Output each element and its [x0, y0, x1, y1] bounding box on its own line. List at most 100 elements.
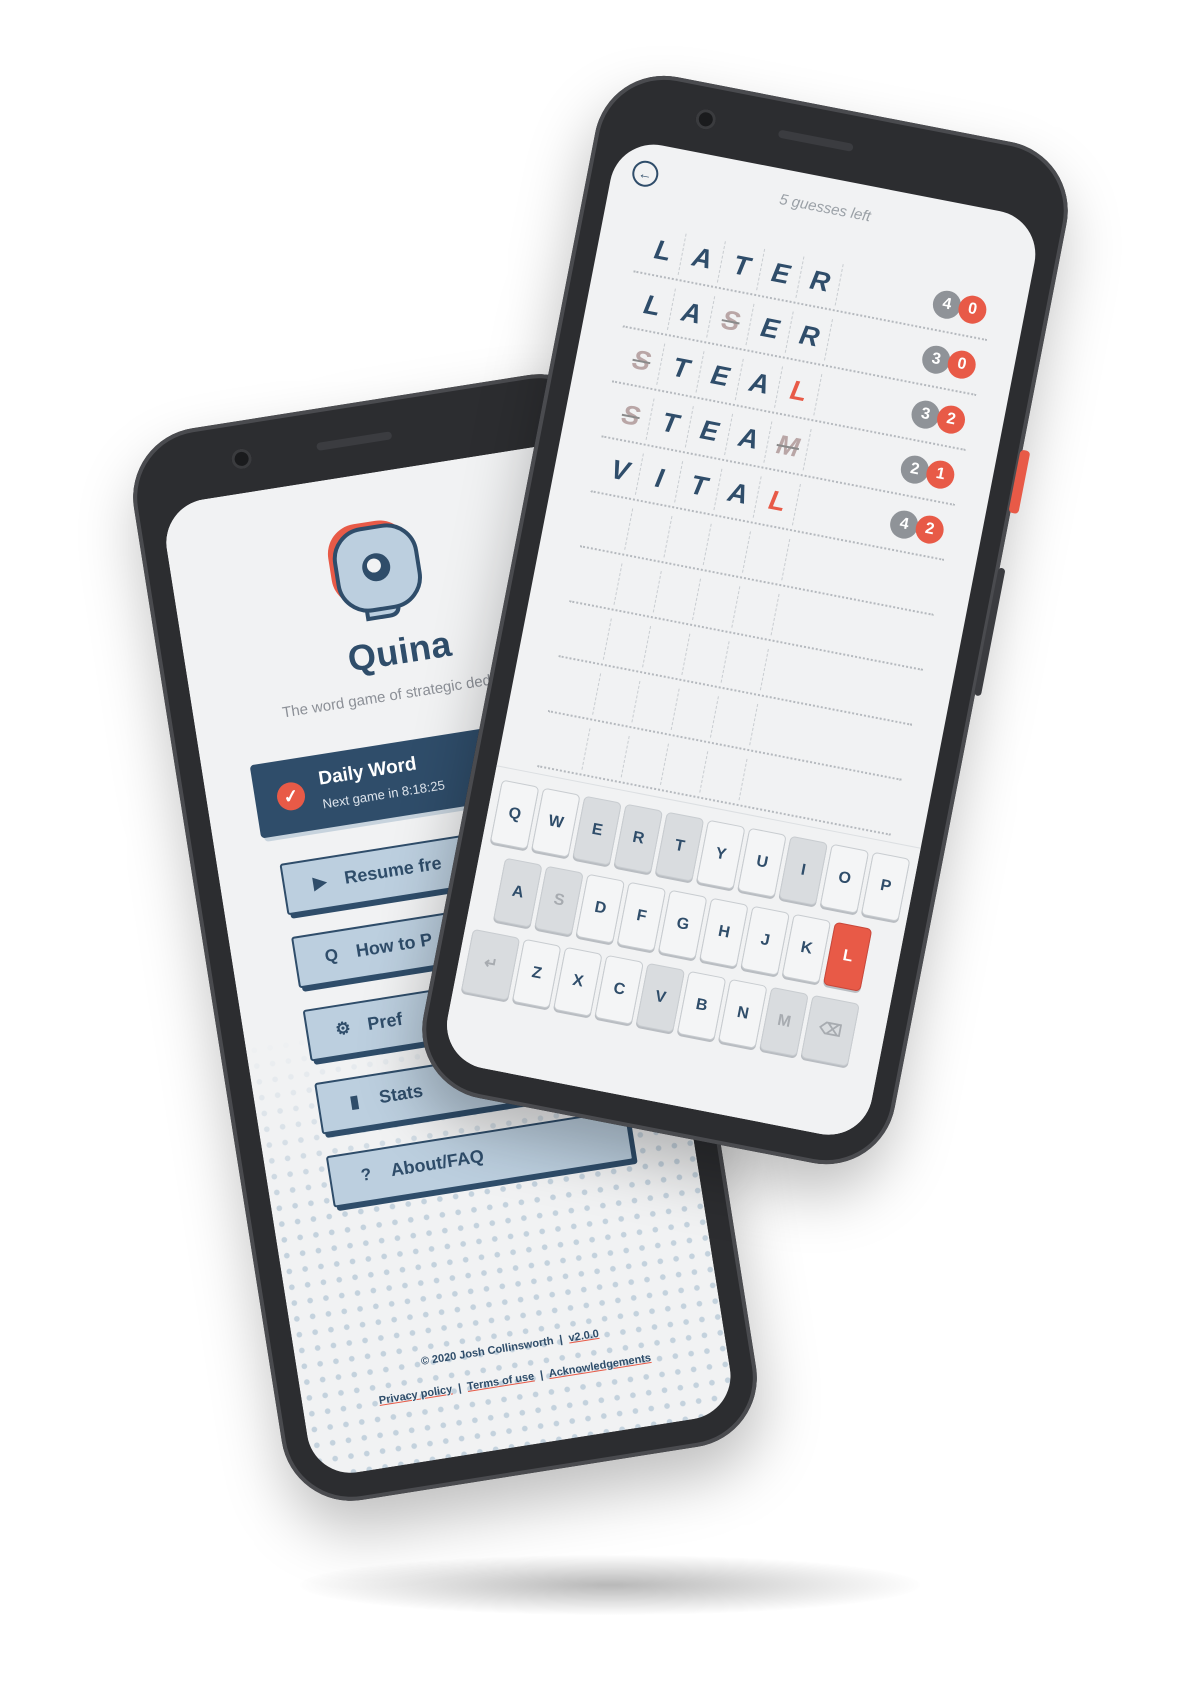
copyright-text: © 2020 Josh Collinsworth — [420, 1335, 555, 1368]
letter-tile: T — [676, 461, 723, 511]
key-b[interactable]: B — [676, 970, 727, 1041]
letter-tile — [622, 736, 669, 785]
correct-position-score: 2 — [913, 513, 947, 546]
volume-button — [973, 567, 1006, 697]
letter-tile: A — [679, 233, 726, 283]
correct-position-score: 0 — [945, 348, 979, 382]
letter-tile — [733, 586, 780, 636]
letter-tile — [672, 688, 719, 738]
letter-tile — [626, 508, 673, 558]
letter-tile — [554, 666, 602, 715]
letter-tile — [586, 501, 634, 550]
key-a[interactable]: A — [493, 857, 543, 928]
question-icon: ? — [359, 1164, 373, 1185]
letter-tile — [576, 556, 623, 605]
letter-tile — [615, 563, 662, 613]
front-camera — [230, 447, 254, 471]
letter-tile — [704, 524, 751, 573]
key-m[interactable]: M — [759, 986, 809, 1057]
letter-tile: L — [640, 226, 687, 275]
privacy-policy-link[interactable]: Privacy policy — [378, 1384, 453, 1407]
key-i[interactable]: I — [778, 835, 828, 906]
letter-tile: A — [668, 288, 716, 338]
phone-game: ← 5 guesses left LATER40LASER30STEAL32ST… — [410, 63, 1080, 1177]
play-icon: ▶ — [311, 871, 328, 893]
backspace-key-icon[interactable]: ⌫ — [800, 994, 860, 1067]
key-u[interactable]: U — [737, 827, 787, 898]
key-k[interactable]: K — [781, 913, 832, 984]
letter-tile: E — [747, 304, 794, 353]
letter-tile — [722, 641, 769, 691]
letter-tile: A — [736, 359, 784, 408]
key-x[interactable]: X — [553, 946, 603, 1017]
letter-tile: A — [715, 469, 762, 518]
letter-tile — [665, 516, 712, 566]
letter-tile: S — [708, 296, 755, 346]
letter-tile — [661, 743, 709, 793]
letter-tile — [583, 728, 630, 778]
key-s[interactable]: S — [534, 865, 584, 936]
letter-tile — [644, 626, 691, 676]
gear-icon: ⚙ — [333, 1018, 353, 1040]
key-p[interactable]: P — [860, 851, 911, 922]
stats-label: Stats — [377, 1080, 425, 1108]
key-c[interactable]: C — [594, 954, 644, 1025]
letter-tile: S — [608, 391, 655, 440]
key-e[interactable]: E — [572, 795, 622, 866]
letter-tile: R — [786, 311, 833, 361]
letter-tile: T — [647, 398, 694, 448]
key-d[interactable]: D — [575, 873, 626, 944]
key-o[interactable]: O — [819, 843, 870, 914]
letter-tile — [743, 531, 791, 581]
version-link[interactable]: v2.0.0 — [568, 1328, 600, 1345]
key-j[interactable]: J — [740, 905, 790, 976]
key-n[interactable]: N — [718, 978, 768, 1049]
q-icon: Q — [323, 945, 340, 966]
power-button — [1008, 449, 1031, 515]
key-f[interactable]: F — [616, 881, 667, 952]
key-y[interactable]: Y — [696, 819, 746, 890]
key-g[interactable]: G — [657, 889, 708, 960]
acknowledgements-link[interactable]: Acknowledgements — [548, 1352, 652, 1380]
key-t[interactable]: T — [654, 811, 705, 882]
key-v[interactable]: V — [635, 962, 686, 1033]
letter-tile: E — [758, 249, 805, 298]
about-faq-label: About/FAQ — [389, 1145, 486, 1181]
resume-label: Resume fre — [342, 852, 443, 888]
terms-of-use-link[interactable]: Terms of use — [466, 1371, 535, 1393]
letter-tile — [544, 721, 591, 770]
enter-key-icon[interactable]: ↵ — [460, 928, 521, 1001]
letter-tile: L — [754, 476, 801, 526]
key-w[interactable]: W — [531, 787, 581, 858]
letter-tile: T — [718, 241, 766, 291]
letter-tile — [654, 571, 702, 621]
footer-separator: | — [457, 1382, 463, 1395]
correct-position-score: 0 — [955, 293, 989, 327]
footer-separator: | — [558, 1333, 564, 1346]
game-screen: ← 5 guesses left LATER40LASER30STEAL32ST… — [439, 137, 1043, 1143]
letter-tile: M — [765, 421, 812, 471]
bar-chart-icon: ▮ — [348, 1091, 361, 1112]
correct-position-score: 2 — [934, 403, 968, 437]
letter-tile: E — [697, 351, 744, 401]
key-q[interactable]: Q — [489, 779, 540, 850]
letter-tile — [594, 673, 641, 723]
letter-tile — [683, 634, 730, 683]
earpiece-speaker — [777, 129, 854, 152]
footer-separator: | — [539, 1369, 545, 1382]
letter-tile — [711, 696, 759, 746]
letter-tile — [565, 611, 612, 660]
front-camera — [694, 107, 718, 132]
correct-position-score: 1 — [923, 458, 957, 492]
letter-tile: I — [636, 453, 684, 503]
key-h[interactable]: H — [699, 897, 749, 968]
check-icon: ✓ — [275, 780, 308, 813]
letter-tile — [604, 618, 652, 668]
letter-tile: S — [618, 336, 666, 385]
key-l[interactable]: L — [822, 921, 873, 992]
letter-tile: R — [797, 256, 844, 306]
letter-tile — [701, 751, 748, 801]
key-r[interactable]: R — [613, 803, 664, 874]
letter-tile: A — [726, 414, 773, 463]
key-z[interactable]: Z — [511, 938, 562, 1009]
